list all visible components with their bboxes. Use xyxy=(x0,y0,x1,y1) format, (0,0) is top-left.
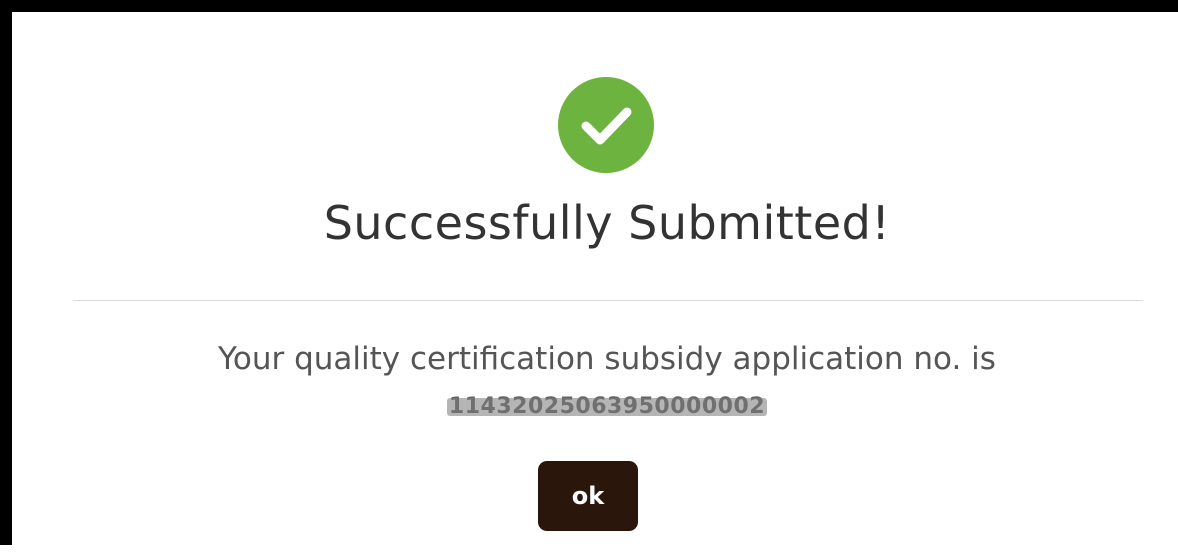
success-dialog: Successfully Submitted! Your quality cer… xyxy=(24,24,1178,557)
screen-frame: Successfully Submitted! Your quality cer… xyxy=(0,0,1178,557)
ok-button[interactable]: ok xyxy=(538,461,638,531)
application-number: 11432025063950000002 xyxy=(446,392,768,422)
dialog-message: Your quality certification subsidy appli… xyxy=(218,341,996,377)
divider xyxy=(73,300,1143,301)
redaction-bar xyxy=(446,398,768,416)
check-circle-icon xyxy=(558,77,654,173)
dialog-title: Successfully Submitted! xyxy=(323,196,891,250)
application-number-container: 11432025063950000002 xyxy=(24,392,1178,422)
